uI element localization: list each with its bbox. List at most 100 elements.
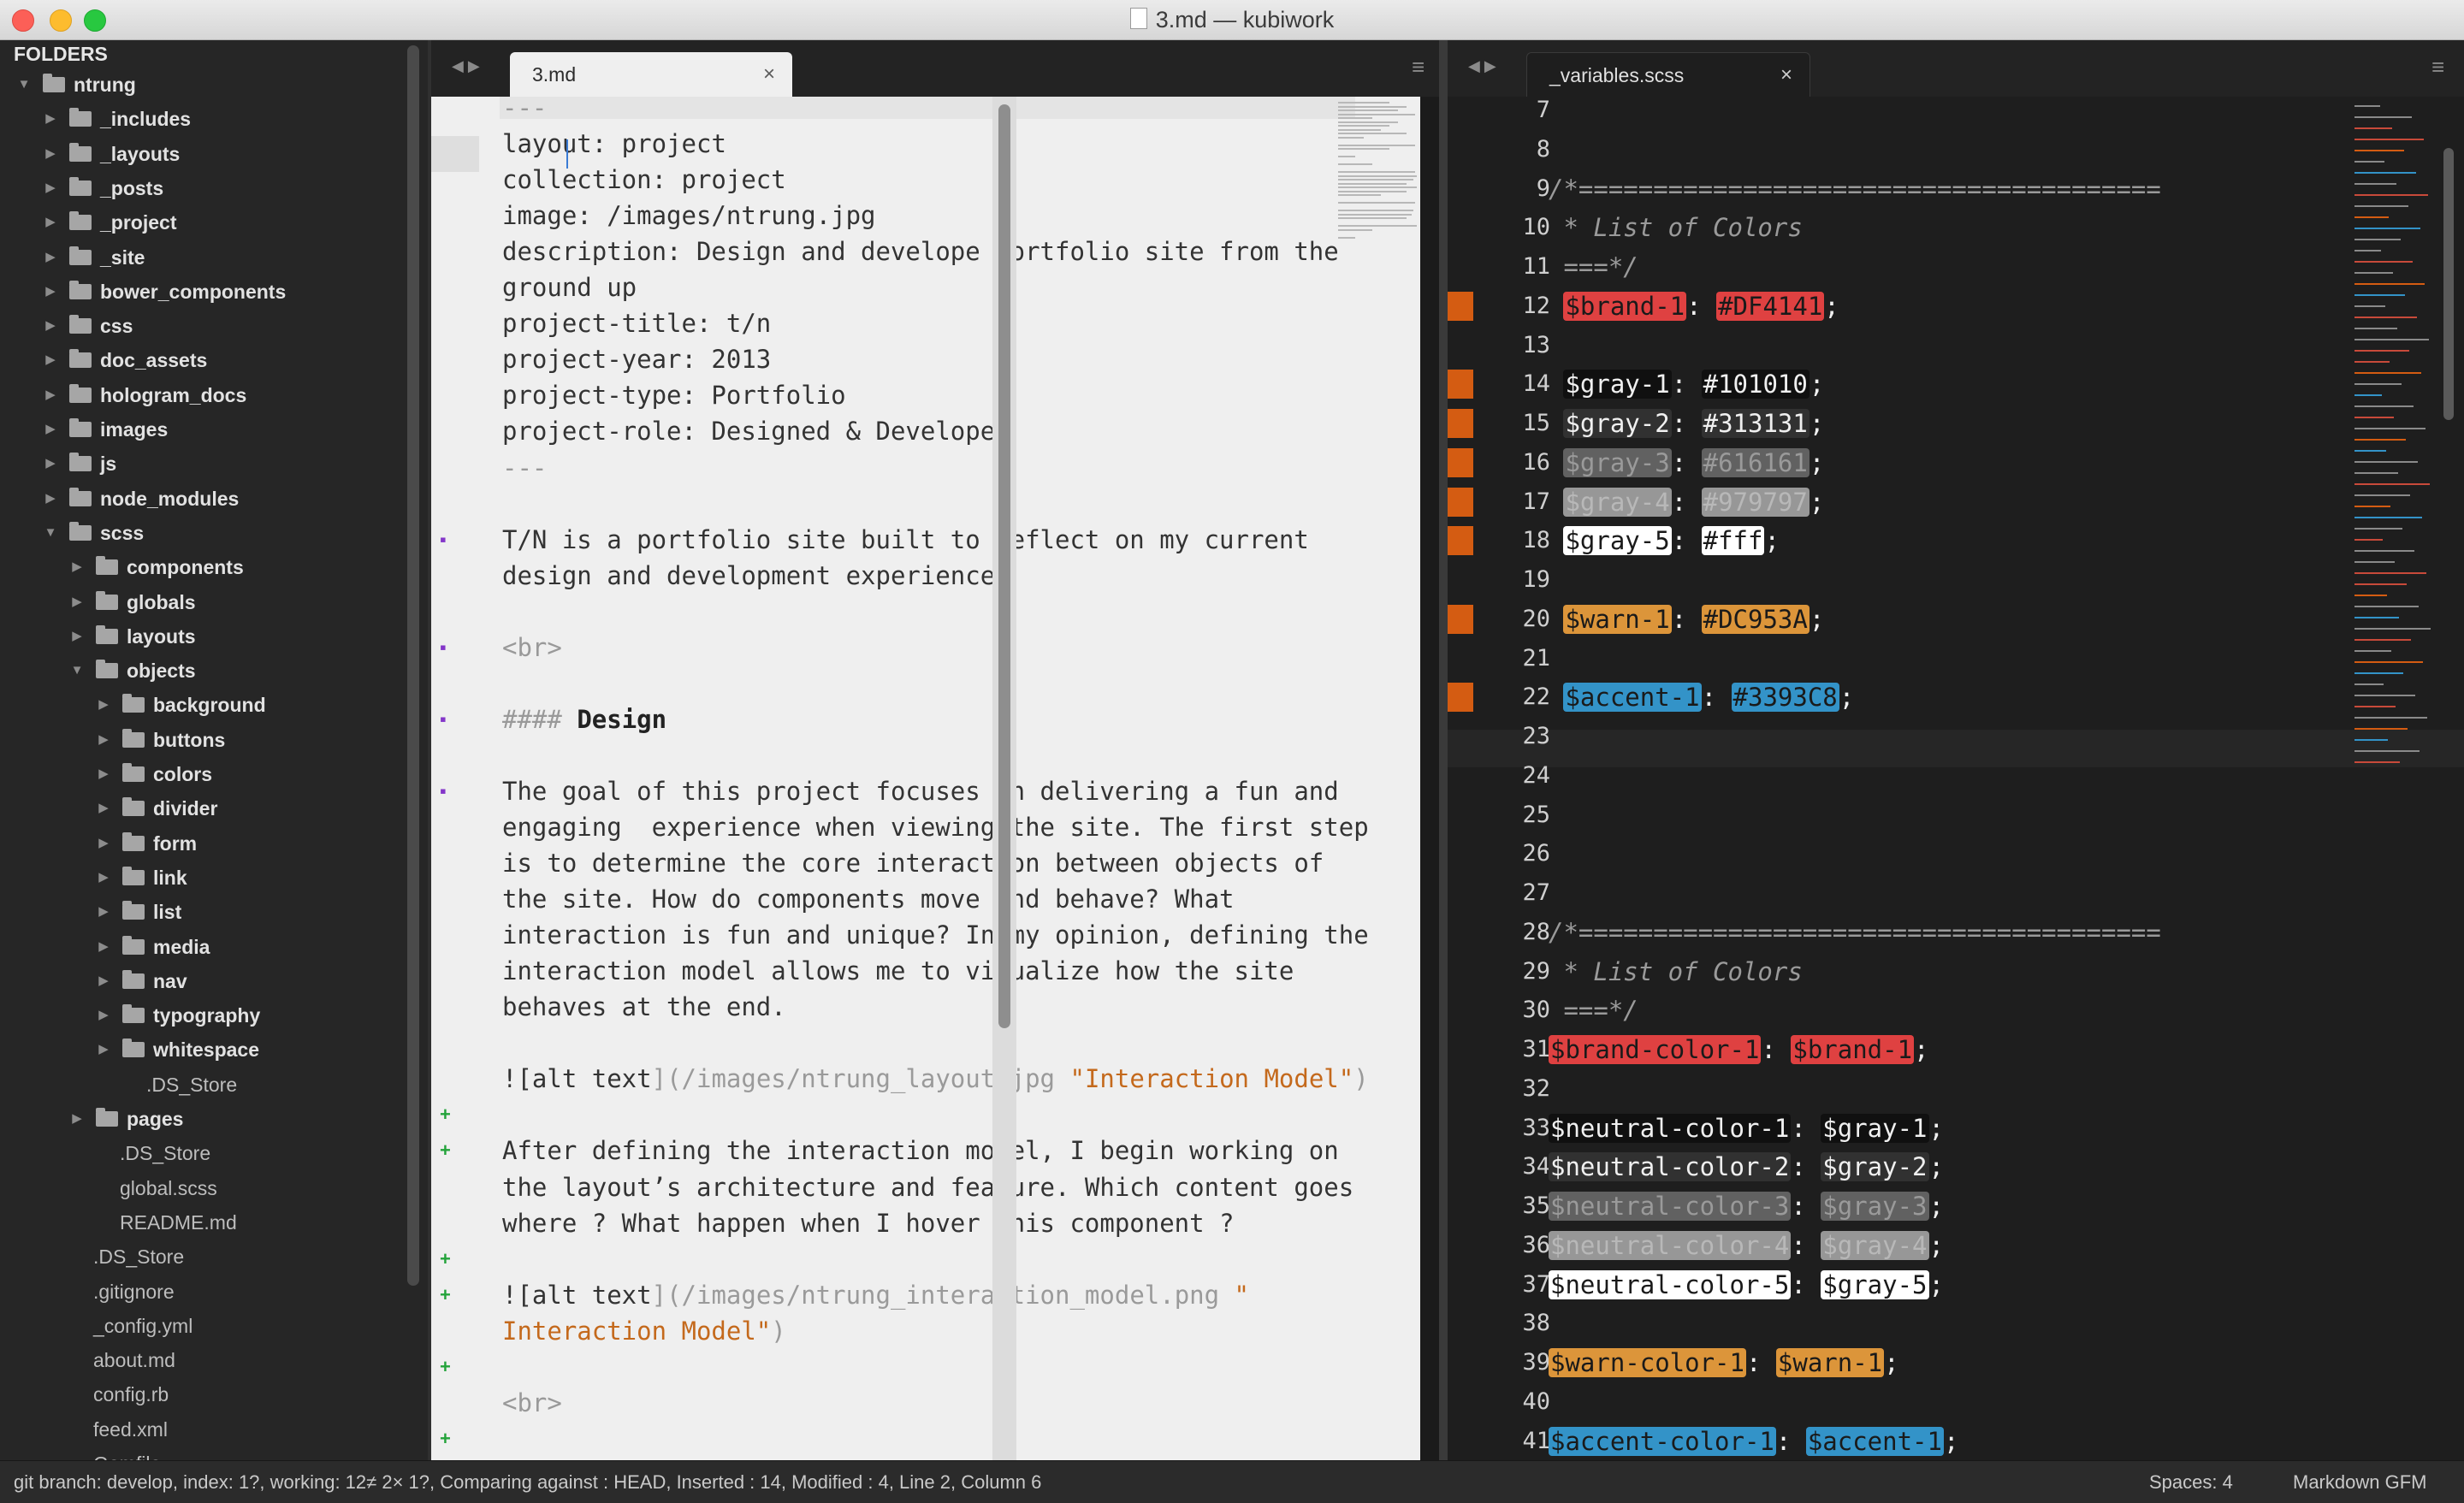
folder-item[interactable]: ▶ pages [0, 1102, 402, 1136]
disclosure-closed-icon[interactable]: ▶ [42, 482, 59, 516]
folder-item[interactable]: ▶ _layouts [0, 137, 402, 171]
disclosure-closed-icon[interactable]: ▶ [42, 240, 59, 275]
folder-item[interactable]: ▶ doc_assets [0, 343, 402, 377]
folder-item[interactable]: ▶ _site [0, 240, 402, 275]
folder-item[interactable]: ▶ _posts [0, 171, 402, 205]
folder-item[interactable]: ▶ list [0, 895, 402, 929]
file-item[interactable]: README.md [0, 1205, 402, 1240]
tree-item-label: form [153, 831, 198, 855]
disclosure-closed-icon[interactable]: ▶ [95, 688, 112, 722]
folder-item[interactable]: ▼ ntrung [0, 68, 402, 102]
folder-item[interactable]: ▶ layouts [0, 619, 402, 654]
disclosure-closed-icon[interactable]: ▶ [42, 275, 59, 309]
disclosure-closed-icon[interactable]: ▶ [42, 171, 59, 205]
disclosure-closed-icon[interactable]: ▶ [95, 964, 112, 998]
indentation-setting[interactable]: Spaces: 4 [2149, 1461, 2233, 1503]
editor-scrollbar[interactable] [2443, 148, 2454, 420]
folder-item[interactable]: ▶ form [0, 826, 402, 861]
folder-item[interactable]: ▶ link [0, 861, 402, 895]
file-item[interactable]: .DS_Store [0, 1068, 402, 1102]
tree-item-label: doc_assets [100, 349, 208, 372]
folder-item[interactable]: ▶ typography [0, 998, 402, 1033]
pane-menu-icon[interactable]: ≡ [2431, 54, 2444, 80]
folder-item[interactable]: ▶ background [0, 688, 402, 722]
minimap[interactable] [1338, 102, 1420, 376]
markdown-line: project-title: t/n [502, 305, 771, 341]
close-window-button[interactable] [12, 9, 34, 32]
disclosure-closed-icon[interactable]: ▶ [68, 585, 86, 619]
disclosure-closed-icon[interactable]: ▶ [95, 791, 112, 825]
disclosure-open-icon[interactable]: ▼ [68, 654, 86, 688]
disclosure-closed-icon[interactable]: ▶ [42, 137, 59, 171]
disclosure-closed-icon[interactable]: ▶ [68, 1102, 86, 1136]
folder-item[interactable]: ▶ globals [0, 585, 402, 619]
folder-item[interactable]: ▶ _project [0, 205, 402, 240]
minimize-window-button[interactable] [50, 9, 72, 32]
disclosure-closed-icon[interactable]: ▶ [42, 309, 59, 343]
zoom-window-button[interactable] [84, 9, 106, 32]
folder-item[interactable]: ▶ whitespace [0, 1033, 402, 1067]
disclosure-closed-icon[interactable]: ▶ [95, 861, 112, 895]
scss-editor[interactable]: 7 8 9/*===================================… [1448, 97, 2464, 1460]
disclosure-closed-icon[interactable]: ▶ [95, 826, 112, 861]
markdown-editor[interactable]: --- layout: project collection: project ima… [431, 97, 1420, 1460]
file-item[interactable]: Gemfile [0, 1447, 402, 1460]
folder-item[interactable]: ▶ components [0, 550, 402, 584]
folder-item[interactable]: ▶ js [0, 447, 402, 481]
editor-scrollbar[interactable] [998, 104, 1010, 1028]
sidebar-scrollbar[interactable] [407, 45, 419, 1286]
folder-item[interactable]: ▶ images [0, 412, 402, 447]
window-title-area: 3.md — kubiwork [0, 0, 2464, 39]
file-item[interactable]: about.md [0, 1343, 402, 1377]
syntax-selector[interactable]: Markdown GFM [2293, 1461, 2426, 1503]
disclosure-closed-icon[interactable]: ▶ [95, 998, 112, 1033]
folder-item[interactable]: ▶ divider [0, 791, 402, 825]
disclosure-closed-icon[interactable]: ▶ [95, 1033, 112, 1067]
disclosure-closed-icon[interactable]: ▶ [42, 102, 59, 136]
tree-item-label: about.md [93, 1349, 175, 1372]
file-item[interactable]: .DS_Store [0, 1136, 402, 1170]
folder-item[interactable]: ▶ _includes [0, 102, 402, 136]
disclosure-closed-icon[interactable]: ▶ [42, 343, 59, 377]
tab-nav-arrows[interactable]: ◀ ▶ [1468, 57, 1496, 75]
file-item[interactable]: .gitignore [0, 1275, 402, 1309]
file-item[interactable]: config.rb [0, 1377, 402, 1411]
file-item[interactable]: feed.xml [0, 1412, 402, 1447]
folder-item[interactable]: ▼ scss [0, 516, 402, 550]
tab-nav-arrows[interactable]: ◀ ▶ [452, 57, 480, 75]
file-item[interactable]: .DS_Store [0, 1240, 402, 1274]
pane-menu-icon[interactable]: ≡ [1412, 54, 1424, 80]
disclosure-open-icon[interactable]: ▼ [42, 516, 59, 550]
folder-item[interactable]: ▶ buttons [0, 723, 402, 757]
tab-variables-scss[interactable]: _variables.scss × [1526, 52, 1810, 98]
disclosure-closed-icon[interactable]: ▶ [95, 723, 112, 757]
minimap-line [2354, 506, 2390, 507]
file-item[interactable]: _config.yml [0, 1309, 402, 1343]
folder-item[interactable]: ▶ bower_components [0, 275, 402, 309]
folder-item[interactable]: ▼ objects [0, 654, 402, 688]
tree-item-label: nav [153, 969, 187, 992]
folder-item[interactable]: ▶ css [0, 309, 402, 343]
disclosure-closed-icon[interactable]: ▶ [68, 550, 86, 584]
pane-divider[interactable] [1439, 40, 1448, 1460]
disclosure-closed-icon[interactable]: ▶ [42, 412, 59, 447]
folder-item[interactable]: ▶ node_modules [0, 482, 402, 516]
disclosure-closed-icon[interactable]: ▶ [42, 378, 59, 412]
disclosure-closed-icon[interactable]: ▶ [95, 930, 112, 964]
disclosure-closed-icon[interactable]: ▶ [68, 619, 86, 654]
disclosure-closed-icon[interactable]: ▶ [95, 757, 112, 791]
disclosure-closed-icon[interactable]: ▶ [42, 447, 59, 481]
folder-item[interactable]: ▶ colors [0, 757, 402, 791]
disclosure-open-icon[interactable]: ▼ [15, 68, 33, 102]
close-tab-icon[interactable]: × [1780, 53, 1792, 98]
folder-item[interactable]: ▶ media [0, 930, 402, 964]
close-tab-icon[interactable]: × [763, 52, 775, 97]
code-token: ===*/ [1549, 996, 1638, 1026]
tab-3-md[interactable]: 3.md × [510, 52, 792, 97]
file-item[interactable]: global.scss [0, 1171, 402, 1205]
folder-item[interactable]: ▶ hologram_docs [0, 378, 402, 412]
disclosure-closed-icon[interactable]: ▶ [42, 205, 59, 240]
folder-item[interactable]: ▶ nav [0, 964, 402, 998]
disclosure-closed-icon[interactable]: ▶ [95, 895, 112, 929]
minimap[interactable] [2354, 102, 2437, 786]
